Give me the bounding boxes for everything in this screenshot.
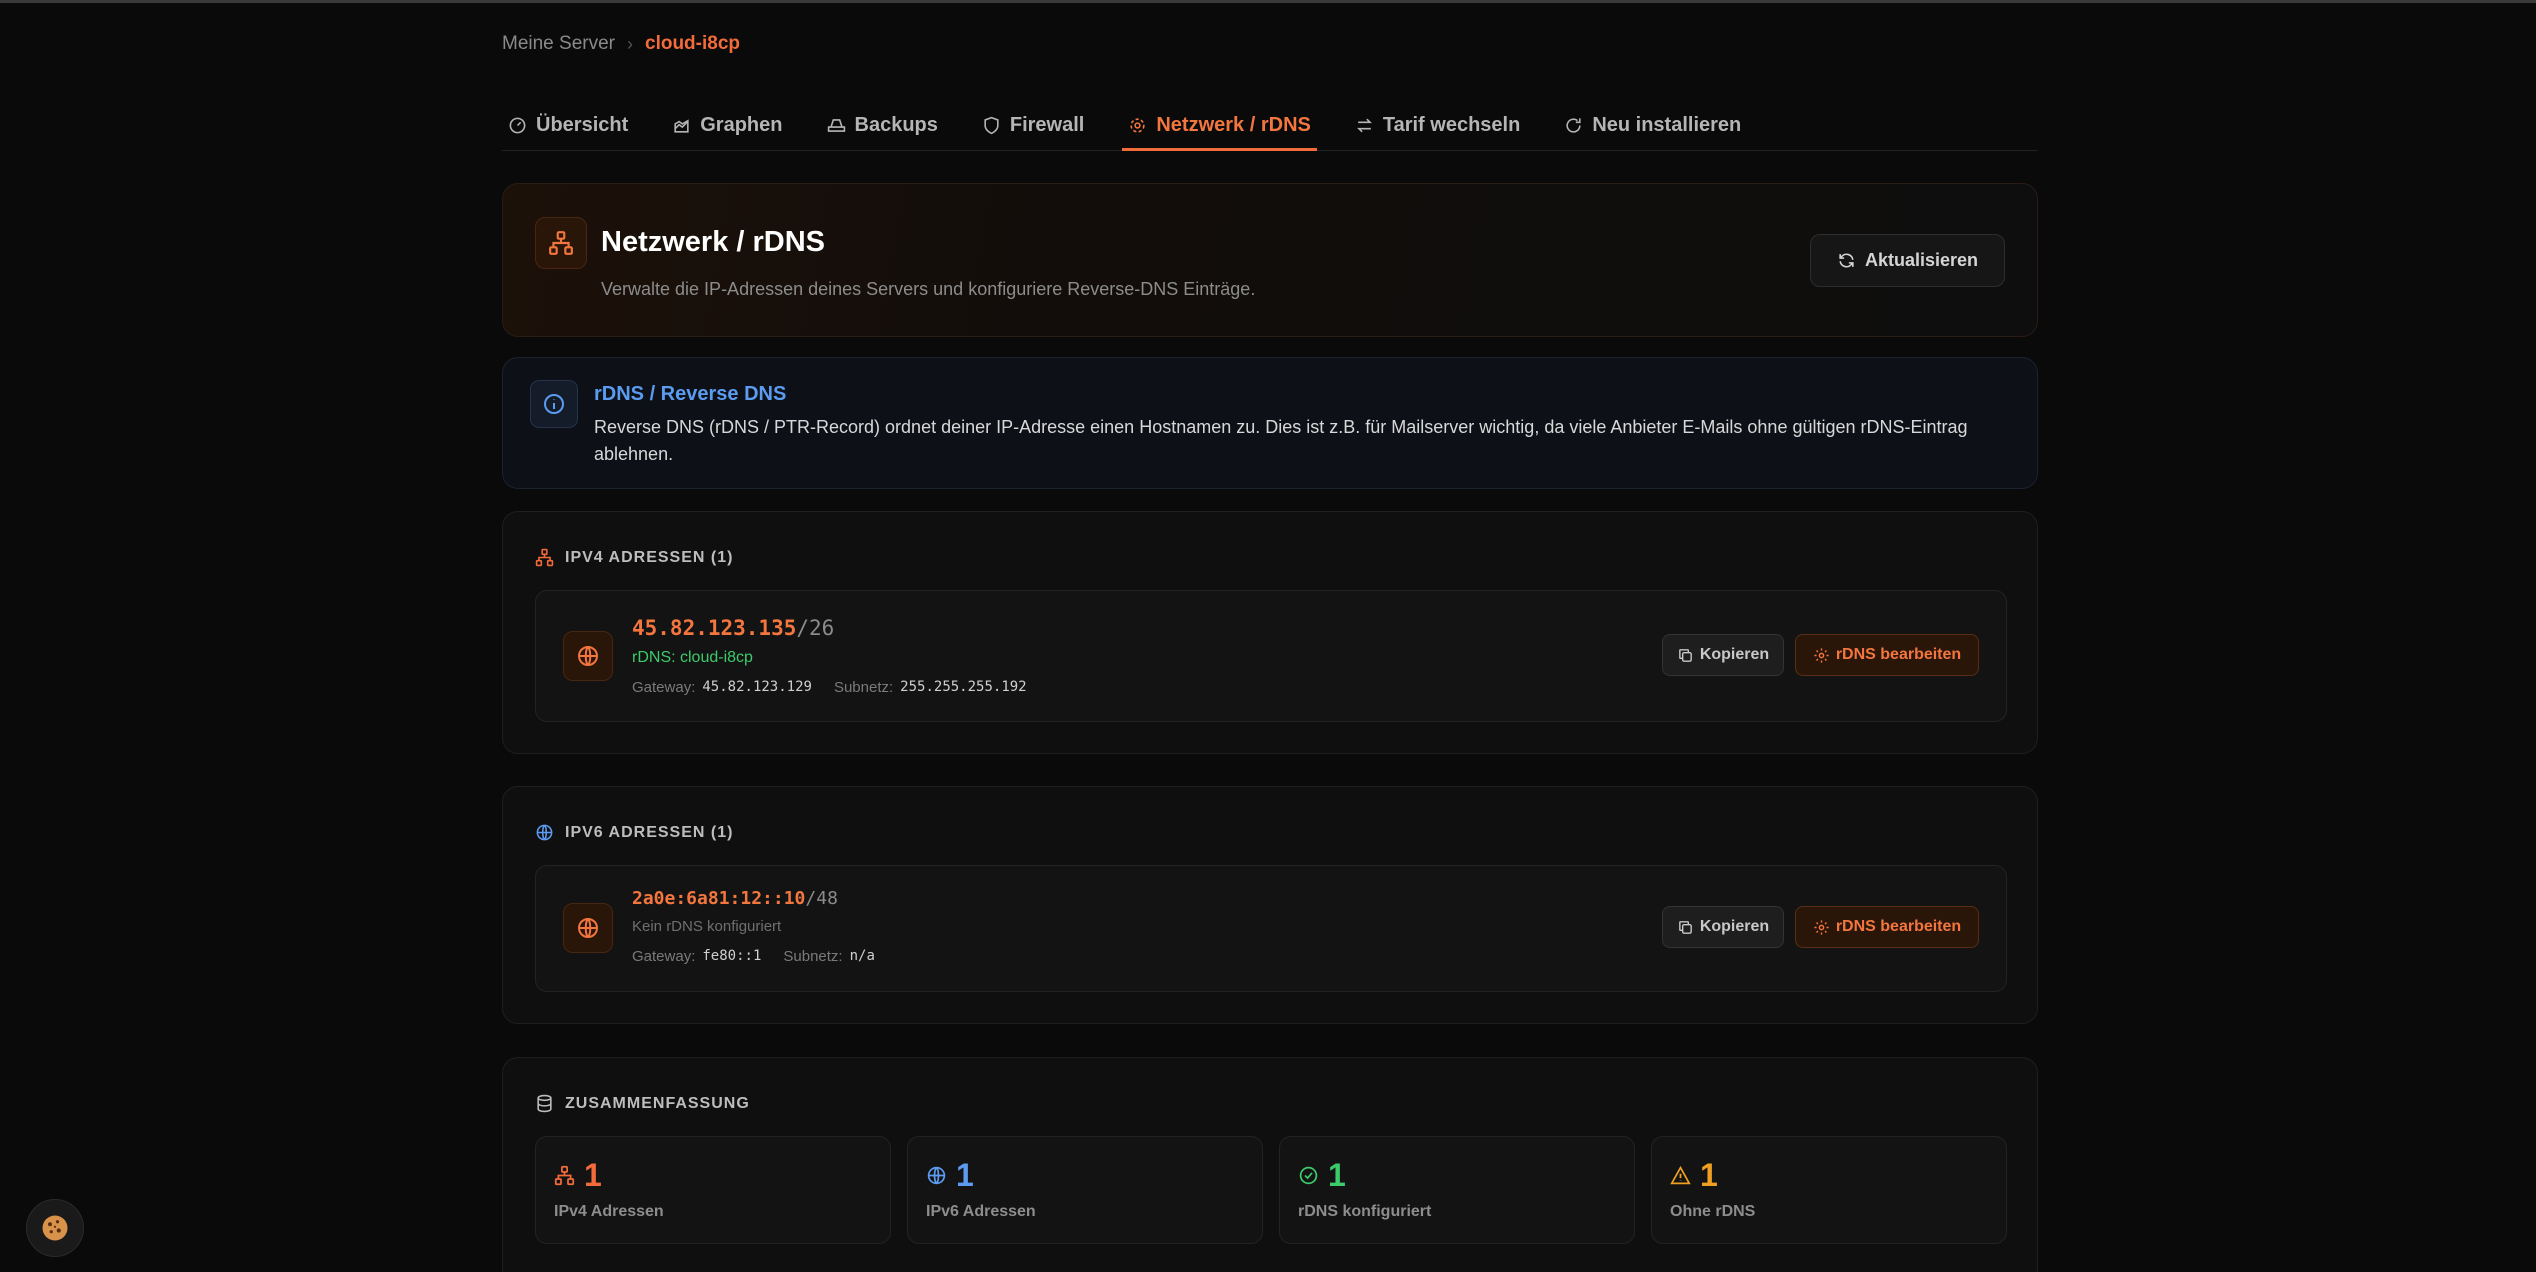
refresh-label: Aktualisieren <box>1864 250 1978 270</box>
info-text: Reverse DNS (rDNS / PTR-Record) ordnet d… <box>594 417 1968 464</box>
network-icon <box>554 1165 575 1186</box>
ipv4-section-title: IPV4 ADRESSEN (1) <box>535 548 733 567</box>
ipv6-prefix: /48 <box>805 888 838 909</box>
globe-icon <box>563 631 613 681</box>
copy-icon <box>1678 648 1692 662</box>
ipv6-section-title: IPV6 ADRESSEN (1) <box>535 823 733 842</box>
ipv6-section: IPV6 ADRESSEN (1) 2a0e:6a81:12::10/48 Ke… <box>502 786 2038 1024</box>
subnet-label: Subnetz: <box>833 679 894 696</box>
tab-label: Backups <box>854 113 938 136</box>
ipv4-address[interactable]: 45.82.123.135/26 <box>632 616 834 640</box>
globe-icon <box>927 1166 946 1185</box>
ipv6-meta: Gateway: fe80::1 Subnetz: n/a <box>632 948 875 965</box>
ipv4-rdns-status: rDNS: cloud-i8cp <box>632 649 753 666</box>
gateway-label: Gateway: <box>632 948 696 965</box>
stat-label: rDNS konfiguriert <box>1298 1203 1432 1220</box>
warning-icon <box>1670 1165 1691 1185</box>
ipv4-prefix: /26 <box>796 616 835 640</box>
info-icon <box>530 380 578 428</box>
tab-reinstall[interactable]: Neu installieren <box>1558 100 1747 150</box>
tab-firewall[interactable]: Firewall <box>976 100 1090 150</box>
tab-label: Firewall <box>1009 113 1085 136</box>
edit-rdns-button[interactable]: rDNS bearbeiten <box>1795 906 1979 948</box>
subnet-value: 255.255.255.192 <box>900 679 1027 695</box>
summary-section: ZUSAMMENFASSUNG 1 IPv4 Adressen 1 IPv6 A… <box>502 1057 2038 1272</box>
check-circle-icon <box>1299 1166 1318 1185</box>
stat-without-rdns: 1 Ohne rDNS <box>1651 1136 2007 1244</box>
stat-value: 1 <box>584 1157 602 1193</box>
breadcrumb-link-servers[interactable]: Meine Server <box>502 33 615 55</box>
database-icon <box>537 1094 552 1113</box>
chart-icon <box>674 118 689 133</box>
stat-ipv6: 1 IPv6 Adressen <box>907 1136 1263 1244</box>
summary-section-title: ZUSAMMENFASSUNG <box>535 1094 750 1113</box>
breadcrumb-current: cloud-i8cp <box>645 33 741 54</box>
ipv4-section: IPV4 ADRESSEN (1) 45.82.123.135/26 rDNS:… <box>502 511 2038 754</box>
ipv6-address[interactable]: 2a0e:6a81:12::10/48 <box>632 888 838 909</box>
page-subtitle: Verwalte die IP-Adressen deines Servers … <box>601 279 1256 299</box>
tab-network-rdns[interactable]: Netzwerk / rDNS <box>1122 100 1317 151</box>
tab-label: Neu installieren <box>1592 113 1742 136</box>
stat-label: Ohne rDNS <box>1670 1203 1756 1220</box>
refresh-button[interactable]: Aktualisieren <box>1809 234 2005 287</box>
stat-value: 1 <box>1328 1157 1346 1193</box>
copy-icon <box>1678 920 1692 934</box>
globe-icon <box>536 824 553 841</box>
edit-rdns-button[interactable]: rDNS bearbeiten <box>1795 634 1979 676</box>
gateway-value: 45.82.123.129 <box>702 679 812 695</box>
network-icon <box>535 217 587 269</box>
refresh-icon <box>1566 117 1581 133</box>
refresh-icon <box>1839 253 1854 268</box>
server-tabs: Übersicht Graphen Backups Firewall Netzw… <box>502 100 2038 151</box>
gear-icon <box>1814 647 1829 663</box>
gateway-value: fe80::1 <box>702 948 762 964</box>
tab-overview[interactable]: Übersicht <box>502 100 634 150</box>
shield-icon <box>984 116 999 134</box>
stat-label: IPv4 Adressen <box>554 1203 664 1220</box>
rdns-info-card: rDNS / Reverse DNS Reverse DNS (rDNS / P… <box>502 357 2038 489</box>
stat-value: 1 <box>956 1157 974 1193</box>
ipv6-address-row: 2a0e:6a81:12::10/48 Kein rDNS konfigurie… <box>535 865 2007 992</box>
subnet-value: n/a <box>849 948 875 964</box>
globe-icon <box>563 903 613 953</box>
gateway-label: Gateway: <box>632 679 696 696</box>
ipv4-address-row: 45.82.123.135/26 rDNS: cloud-i8cp Gatewa… <box>535 590 2007 722</box>
subnet-label: Subnetz: <box>783 948 843 965</box>
ipv4-meta: Gateway: 45.82.123.129 Subnetz: 255.255.… <box>632 679 1027 696</box>
swap-icon <box>1356 118 1372 132</box>
tab-label: Übersicht <box>536 113 629 136</box>
network-icon <box>1130 117 1145 133</box>
breadcrumb-separator: › <box>627 33 633 54</box>
ipv6-rdns-status: Kein rDNS konfiguriert <box>632 918 782 935</box>
tab-backups[interactable]: Backups <box>821 100 944 150</box>
hard-drive-icon <box>827 118 845 132</box>
gauge-icon <box>509 117 526 133</box>
stat-ipv4: 1 IPv4 Adressen <box>535 1136 891 1244</box>
network-icon <box>535 548 554 567</box>
tab-label: Graphen <box>700 113 783 136</box>
tab-graphs[interactable]: Graphen <box>666 100 788 150</box>
tab-label: Tarif wechseln <box>1382 113 1521 136</box>
cookie-icon[interactable] <box>26 1199 84 1257</box>
stat-value: 1 <box>1700 1157 1718 1193</box>
info-title: rDNS / Reverse DNS <box>594 383 787 405</box>
copy-button[interactable]: Kopieren <box>1662 906 1784 948</box>
page-header-card: Netzwerk / rDNS Verwalte die IP-Adressen… <box>502 183 2038 337</box>
top-border <box>0 0 2536 3</box>
copy-button[interactable]: Kopieren <box>1662 634 1784 676</box>
stat-rdns-configured: 1 rDNS konfiguriert <box>1279 1136 1635 1244</box>
tab-change-plan[interactable]: Tarif wechseln <box>1349 100 1526 150</box>
gear-icon <box>1814 919 1829 935</box>
page-title: Netzwerk / rDNS <box>601 226 826 258</box>
tab-label: Netzwerk / rDNS <box>1156 113 1311 136</box>
stat-label: IPv6 Adressen <box>926 1203 1036 1220</box>
breadcrumb: Meine Server › cloud-i8cp <box>502 33 740 55</box>
